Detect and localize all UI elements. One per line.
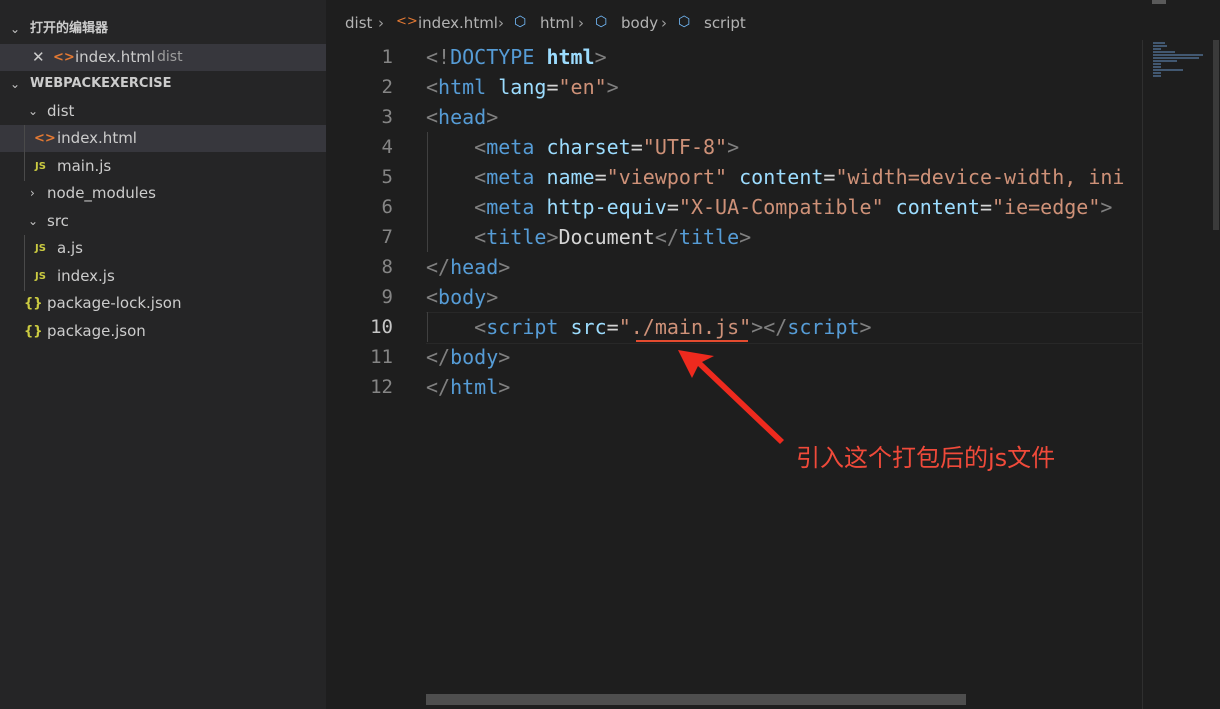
tree-item-node-modules[interactable]: › node_modules — [0, 180, 326, 207]
minimap-line — [1153, 51, 1175, 53]
tree-item-package-lock-json[interactable]: {} package-lock.json — [0, 290, 326, 317]
explorer-sidebar: ⌄ 打开的编辑器 ✕ <> index.html dist ⌄ WEBPACKE… — [0, 0, 326, 709]
tree-item-dist[interactable]: ⌄ dist — [0, 98, 326, 125]
vertical-scrollbar[interactable] — [1213, 40, 1219, 230]
minimap-line — [1153, 63, 1161, 65]
indent-guide — [24, 125, 25, 181]
indent-guide — [24, 235, 25, 291]
tree-item-index-js[interactable]: JS index.js — [0, 263, 326, 290]
chevron-down-icon: ⌄ — [10, 77, 21, 91]
minimap-content — [1153, 42, 1203, 78]
json-file-icon: {} — [24, 324, 43, 339]
minimap-line — [1153, 75, 1161, 77]
chevron-down-icon: ⌄ — [10, 22, 21, 36]
html-file-icon: <> — [53, 50, 75, 65]
chevron-down-icon: ⌄ — [28, 104, 39, 118]
close-icon[interactable]: ✕ — [32, 44, 45, 71]
horizontal-scrollbar[interactable] — [426, 694, 966, 705]
chevron-right-icon: › — [30, 186, 35, 200]
annotation-text: 引入这个打包后的js文件 — [796, 444, 1056, 472]
js-file-icon: JS — [35, 271, 46, 282]
tree-item-src[interactable]: ⌄ src — [0, 208, 326, 235]
chevron-down-icon: ⌄ — [28, 214, 39, 228]
minimap-line — [1153, 69, 1183, 71]
minimap-line — [1153, 72, 1161, 74]
minimap-line — [1153, 54, 1203, 56]
json-file-icon: {} — [24, 296, 43, 311]
open-editor-item-index-html[interactable]: ✕ <> index.html dist — [0, 44, 326, 71]
minimap-line — [1153, 45, 1167, 47]
minimap-line — [1153, 48, 1161, 50]
project-header[interactable]: ⌄ WEBPACKEXERCISE — [0, 71, 326, 97]
minimap-line — [1153, 57, 1199, 59]
html-file-icon: <> — [34, 131, 56, 146]
js-file-icon: JS — [35, 161, 46, 172]
tree-item-index-html[interactable]: <> index.html — [0, 125, 326, 152]
arrow-shape — [678, 350, 784, 444]
tree-item-package-json[interactable]: {} package.json — [0, 318, 326, 345]
tree-item-main-js[interactable]: JS main.js — [0, 153, 326, 180]
minimap-line — [1153, 66, 1161, 68]
js-file-icon: JS — [35, 243, 46, 254]
code-editor[interactable]: dist › <> index.html › ⬡ html › ⬡ body ›… — [326, 0, 1220, 709]
minimap-line — [1153, 42, 1165, 44]
annotation-arrow — [678, 350, 784, 444]
tree-item-a-js[interactable]: JS a.js — [0, 235, 326, 262]
minimap-line — [1153, 60, 1177, 62]
minimap[interactable] — [1142, 40, 1219, 709]
open-editors-header[interactable]: ⌄ 打开的编辑器 — [0, 16, 326, 42]
